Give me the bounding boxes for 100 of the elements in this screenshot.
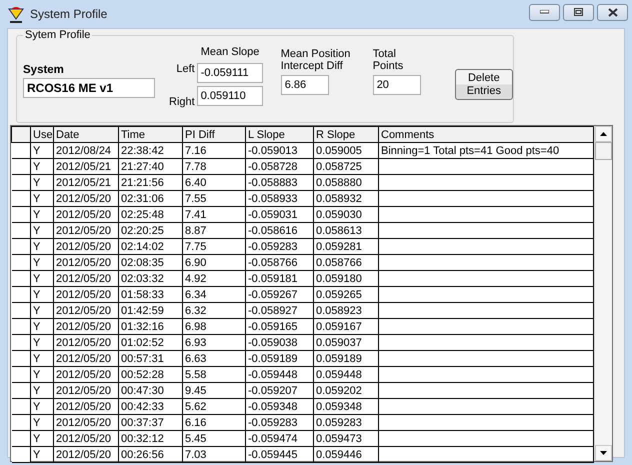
table-cell: 2012/05/20 — [56, 208, 112, 220]
column-header[interactable]: Use — [30, 126, 54, 142]
table-cell: Y — [33, 224, 40, 236]
table-cell: 0.059283 — [316, 416, 362, 428]
minimize-button[interactable] — [529, 4, 560, 20]
table-cell: 2012/08/24 — [56, 144, 112, 156]
table-cell: 2012/05/20 — [56, 304, 112, 316]
restore-icon — [574, 8, 583, 16]
table-cell: 2012/05/20 — [56, 416, 112, 428]
table-cell: 02:14:02 — [121, 240, 164, 252]
table-cell: 8.87 — [185, 224, 206, 236]
table-cell: 2012/05/20 — [56, 256, 112, 268]
total-points-field[interactable]: 20 — [372, 75, 421, 95]
window-title: System Profile — [30, 7, 108, 21]
table-cell: -0.059189 — [248, 352, 298, 364]
delete-entries-button[interactable]: Delete Entries — [454, 69, 513, 100]
table-cell: 6.34 — [185, 288, 206, 300]
table-cell: Y — [33, 144, 40, 156]
scroll-thumb[interactable] — [595, 142, 612, 160]
table-cell: -0.059165 — [248, 320, 298, 332]
table-cell: 02:03:32 — [121, 272, 164, 284]
table-cell: 01:02:52 — [121, 336, 164, 348]
table-cell: 0.059473 — [316, 432, 362, 444]
table-cell: Y — [33, 240, 40, 252]
table-cell: Y — [33, 320, 40, 332]
maximize-button[interactable] — [563, 4, 594, 20]
minimize-icon — [540, 10, 549, 14]
table-cell: 6.90 — [185, 256, 206, 268]
table-cell: 2012/05/20 — [56, 224, 112, 236]
table-cell: 7.16 — [185, 144, 206, 156]
group-title: Sytem Profile — [23, 29, 92, 41]
table-cell: Binning=1 Total pts=41 Good pts=40 — [381, 144, 560, 156]
table-cell: 0.059446 — [316, 448, 362, 460]
column-header[interactable]: Comments — [378, 126, 594, 142]
field-label: Total Points — [372, 48, 404, 72]
table-cell: 02:31:06 — [121, 192, 164, 204]
table-cell: 02:25:48 — [121, 208, 164, 220]
table-cell: -0.058927 — [248, 304, 298, 316]
table-cell: 7.55 — [185, 192, 206, 204]
table-cell: 0.059265 — [316, 288, 362, 300]
table-cell: -0.059181 — [248, 272, 298, 284]
down-arrow-icon — [600, 451, 608, 455]
table-cell: 01:58:33 — [121, 288, 164, 300]
table-cell: -0.059207 — [248, 384, 298, 396]
table-cell: Y — [33, 432, 40, 444]
table-cell: 0.059189 — [316, 352, 362, 364]
table-cell: 7.78 — [185, 160, 206, 172]
table-cell: Y — [33, 160, 40, 172]
column-header[interactable]: Time — [118, 126, 182, 142]
table-cell: 2012/05/20 — [56, 384, 112, 396]
up-arrow-icon — [600, 132, 608, 136]
column-header[interactable]: R Slope — [314, 126, 378, 142]
table-cell: -0.059283 — [248, 416, 298, 428]
table-cell: -0.059038 — [248, 336, 298, 348]
table-cell: Y — [33, 176, 40, 188]
table-cell: Y — [33, 368, 40, 380]
table-cell: -0.058728 — [248, 160, 298, 172]
table-cell: 5.45 — [185, 432, 206, 444]
table-cell: 00:37:37 — [121, 416, 164, 428]
column-header[interactable]: Date — [54, 126, 118, 142]
column-header[interactable]: L Slope — [246, 126, 314, 142]
table-cell: 00:26:56 — [121, 448, 164, 460]
table-cell: Y — [33, 384, 40, 396]
table-cell: Y — [33, 272, 40, 284]
table-cell: 0.058880 — [316, 176, 362, 188]
app-icon — [8, 5, 24, 23]
table-cell: Y — [33, 256, 40, 268]
table-cell: 00:32:12 — [121, 432, 164, 444]
table-cell: -0.058933 — [248, 192, 298, 204]
table-cell: 02:20:25 — [121, 224, 164, 236]
table-cell: Y — [33, 336, 40, 348]
table-cell: 2012/05/20 — [56, 240, 112, 252]
table-cell: 2012/05/20 — [56, 432, 112, 444]
scroll-down-button[interactable] — [595, 445, 612, 461]
table-cell: -0.059445 — [248, 448, 298, 460]
scroll-up-button[interactable] — [595, 126, 612, 142]
close-button[interactable] — [597, 4, 628, 20]
table-cell: 6.32 — [185, 304, 206, 316]
system-field[interactable]: RCOS16 ME v1 — [23, 78, 155, 98]
table-cell: 6.16 — [185, 416, 206, 428]
intercept-field[interactable]: 6.86 — [280, 75, 329, 95]
table-cell: Y — [33, 416, 40, 428]
table-cell: 2012/05/20 — [56, 368, 112, 380]
table-cell: -0.058883 — [248, 176, 298, 188]
table-cell: 0.059348 — [316, 400, 362, 412]
scrollbar[interactable] — [594, 126, 612, 461]
table-cell: Y — [33, 448, 40, 460]
table-cell: Y — [33, 304, 40, 316]
table-cell: 00:57:31 — [121, 352, 164, 364]
table-cell: 0.058725 — [316, 160, 362, 172]
right-slope-field[interactable]: 0.059110 — [196, 86, 263, 106]
table-cell: 7.75 — [185, 240, 206, 252]
column-header[interactable]: PI Diff — [182, 126, 246, 142]
table-cell: 0.058923 — [316, 304, 362, 316]
table-cell: 0.059281 — [316, 240, 362, 252]
table-cell: 0.059202 — [316, 384, 362, 396]
table-cell: -0.059348 — [248, 400, 298, 412]
table-cell: 0.059005 — [316, 144, 362, 156]
left-slope-field[interactable]: -0.059111 — [196, 63, 263, 83]
table-cell: 2012/05/20 — [56, 400, 112, 412]
